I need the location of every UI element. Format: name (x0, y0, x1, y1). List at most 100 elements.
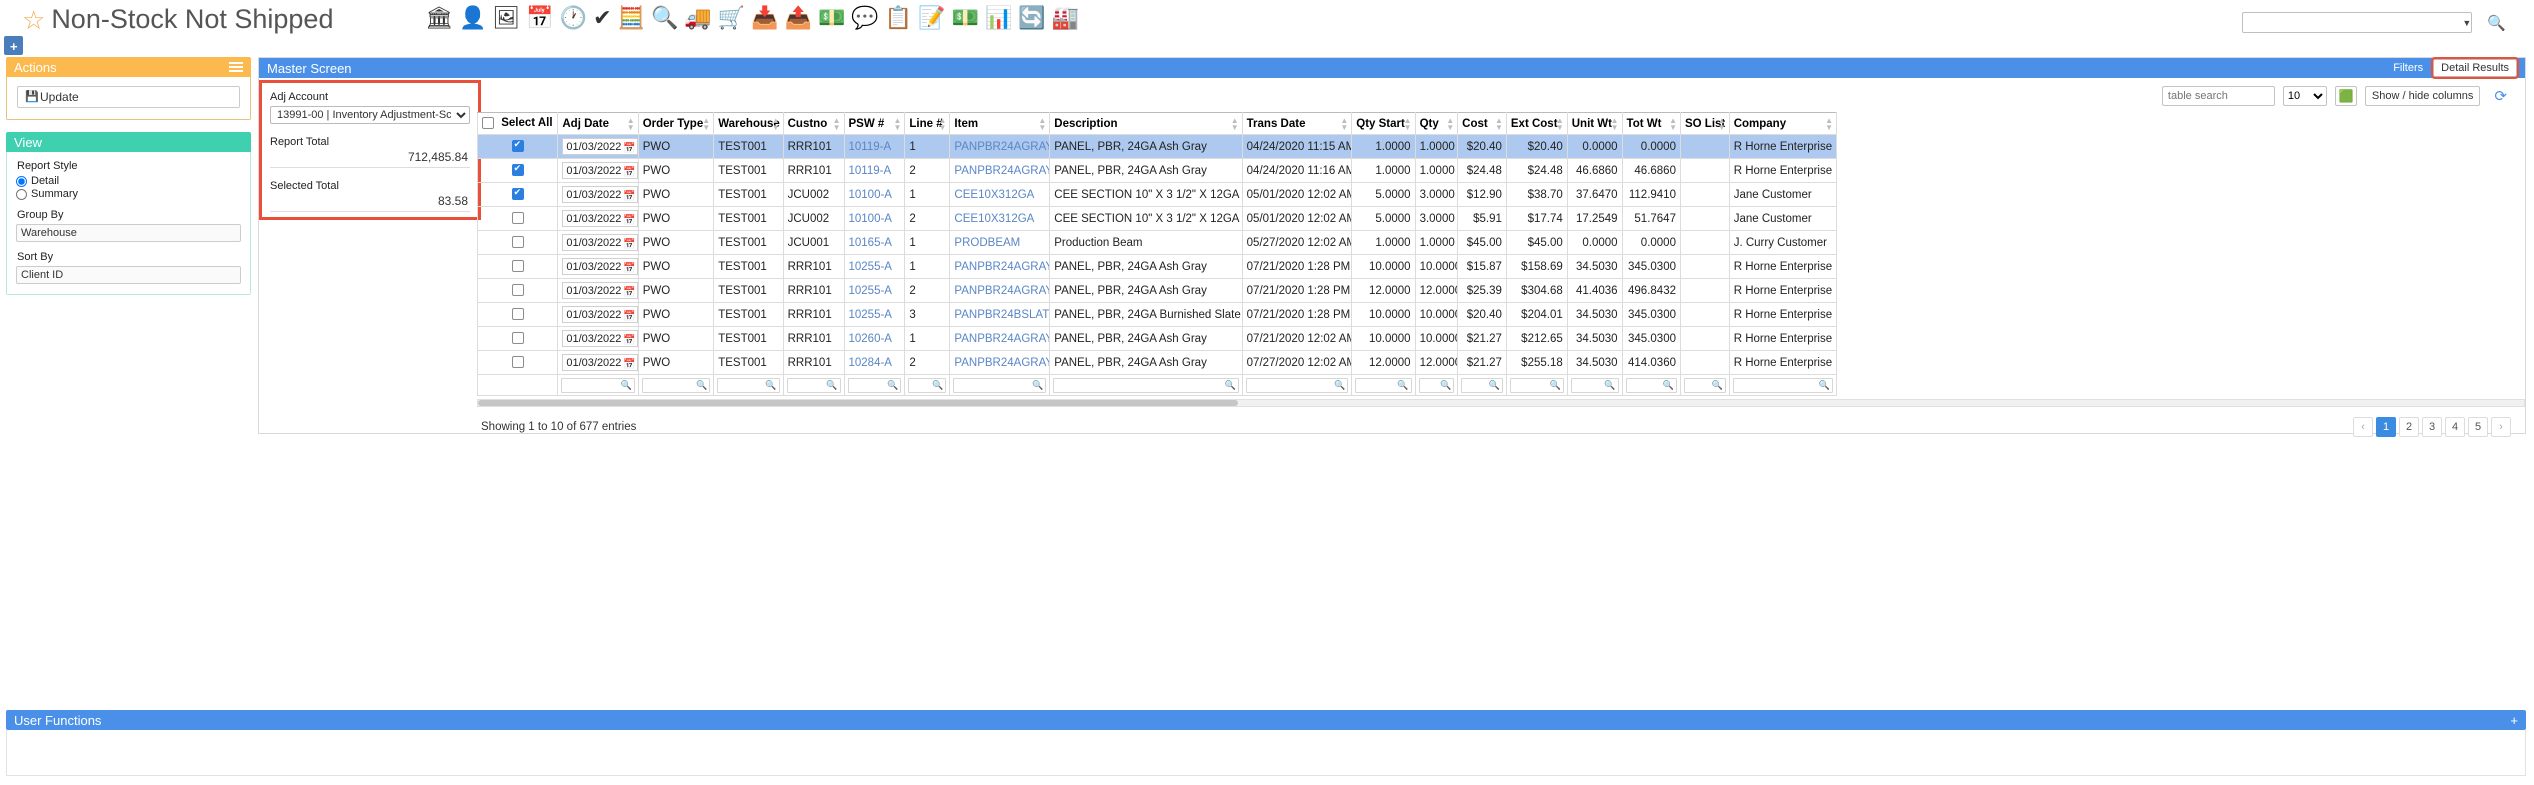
link-psw[interactable]: 10284-A (849, 357, 892, 369)
link-psw[interactable]: 10119-A (849, 165, 892, 177)
column-header-adj_date[interactable]: Adj Date ▲ ▼ (557, 112, 639, 135)
row-select-cell[interactable] (477, 326, 559, 351)
table-row[interactable]: 01/03/2022 📅 PWO TEST001 JCU001 10165-A 1 PRODB… (477, 230, 1838, 255)
row-checkbox[interactable] (511, 163, 524, 177)
sort-arrows-icon[interactable]: ▲ ▼ (772, 116, 780, 131)
inbox-download-icon[interactable]: 📥 (751, 5, 778, 31)
expand-icon[interactable]: + (2510, 713, 2518, 728)
truck-icon[interactable]: 🚚 (684, 5, 711, 31)
gauge-icon[interactable]: 📊 (985, 5, 1012, 31)
add-button[interactable]: + (4, 36, 23, 55)
sort-arrows-icon[interactable]: ▲ ▼ (702, 116, 710, 131)
table-row[interactable]: 01/03/2022 📅 PWO TEST001 JCU002 10100-A 2 CEE10… (477, 206, 1838, 231)
row-checkbox[interactable] (511, 260, 524, 273)
adj-date-field[interactable]: 01/03/2022 📅 (562, 282, 638, 299)
column-header-cost[interactable]: Cost ▲ ▼ (1457, 112, 1507, 135)
column-header-item[interactable]: Item ▲ ▼ (949, 112, 1051, 135)
inbox-upload-icon[interactable]: 📤 (785, 5, 812, 31)
table-row[interactable]: 01/03/2022📅PWOTEST001RRR101 10119-A 1PANPB… (477, 134, 1838, 159)
row-checkbox[interactable] (511, 187, 524, 201)
detail-results-button[interactable]: Detail Results (2433, 59, 2517, 77)
link-psw[interactable]: 10165-A (849, 237, 892, 249)
calendar-icon[interactable]: 📅 (623, 332, 635, 349)
star-icon[interactable]: ☆ (22, 5, 45, 35)
pagination-page-3[interactable]: 3 (2422, 417, 2442, 437)
pencil-note-icon[interactable]: 📝 (918, 5, 945, 31)
sort-by-input[interactable] (16, 266, 241, 284)
row-select-cell[interactable] (477, 302, 559, 327)
calendar-icon[interactable]: 📅 (623, 308, 635, 325)
column-header-qty_start[interactable]: Qty Start ▲ ▼ (1351, 112, 1416, 135)
adj-date-field[interactable]: 01/03/2022 📅 (562, 258, 638, 275)
link-item[interactable]: PANPBR24AGRAY (954, 333, 1048, 345)
sort-arrows-icon[interactable]: ▲ ▼ (1669, 116, 1677, 131)
sync-icon[interactable]: 🔄 (1018, 5, 1045, 31)
check-icon[interactable]: ✔ (593, 5, 611, 31)
scrollbar-thumb[interactable] (478, 400, 1238, 406)
row-select-cell[interactable] (477, 158, 559, 183)
sort-arrows-icon[interactable]: ▲ ▼ (1495, 116, 1503, 131)
cash-icon[interactable]: 💵 (952, 5, 979, 31)
link-item[interactable]: PANPBR24AGRAY (954, 261, 1048, 273)
excel-export-icon[interactable]: 🟩 (2334, 86, 2357, 106)
table-row[interactable]: 01/03/2022 📅 PWO TEST001 RRR101 10255-A 2 PANPB… (477, 278, 1838, 303)
link-psw[interactable]: 10255-A (849, 309, 892, 321)
table-row[interactable]: 01/03/2022 📅 PWO TEST001 RRR101 10284-A 2 PANPB… (477, 350, 1838, 375)
adj-date-field[interactable]: 01/03/2022 📅 (562, 354, 638, 371)
pagination-next[interactable]: › (2491, 417, 2511, 437)
factory-icon[interactable]: 🏭 (1052, 5, 1079, 31)
table-row[interactable]: 01/03/2022 📅 PWO TEST001 RRR101 10255-A 3 PANPB… (477, 302, 1838, 327)
calendar-icon[interactable]: 📅 (623, 236, 635, 253)
column-header-line[interactable]: Line # ▲ ▼ (904, 112, 951, 135)
link-item[interactable]: CEE10X312GA (954, 213, 1034, 225)
row-select-cell[interactable] (477, 182, 559, 207)
filter-input-trans_date[interactable] (1245, 377, 1349, 393)
shopping-basket-icon[interactable]: 🛒 (718, 5, 745, 31)
select-all-checkbox[interactable] (482, 117, 494, 130)
sort-arrows-icon[interactable]: ▲ ▼ (1038, 116, 1046, 131)
horizontal-scrollbar[interactable] (477, 399, 2525, 407)
column-header-qty[interactable]: Qty ▲ ▼ (1414, 112, 1459, 135)
calendar-16-icon[interactable]: 📅 (526, 5, 553, 31)
sort-arrows-icon[interactable]: ▲ ▼ (1340, 116, 1348, 131)
radio-summary-input[interactable] (16, 188, 27, 200)
table-row[interactable]: 01/03/2022 📅 PWO TEST001 RRR101 10260-A 1 PANPB… (477, 326, 1838, 351)
adj-date-field[interactable]: 01/03/2022 📅 (562, 210, 638, 227)
column-header-custno[interactable]: Custno ▲ ▼ (782, 112, 845, 135)
calendar-icon[interactable]: 📅 (623, 164, 635, 181)
sort-arrows-icon[interactable]: ▲ ▼ (833, 116, 841, 131)
image-icon[interactable]: 🖼 (492, 5, 520, 31)
adj-account-select[interactable]: 13991-00 | Inventory Adjustment-Scrap1 (270, 106, 470, 124)
link-item[interactable]: CEE10X312GA (954, 189, 1034, 201)
calendar-icon[interactable]: 📅 (623, 356, 635, 373)
adj-date-field[interactable]: 01/03/2022 📅 (562, 306, 638, 323)
link-item[interactable]: PRODBEAM (954, 237, 1020, 249)
row-checkbox[interactable] (511, 212, 524, 225)
clipboard-icon[interactable]: 📋 (885, 5, 912, 31)
row-select-cell[interactable] (477, 254, 559, 279)
column-header-psw[interactable]: PSW # ▲ ▼ (843, 112, 906, 135)
column-header-trans_date[interactable]: Trans Date ▲ ▼ (1241, 112, 1353, 135)
dollar-bubble-icon[interactable]: 💬 (851, 5, 878, 31)
link-psw[interactable]: 10255-A (849, 261, 892, 273)
table-row[interactable]: 01/03/2022📅PWOTEST001JCU002 10100-A 1CEE10… (477, 182, 1838, 207)
radio-report-style-detail[interactable]: Detail (16, 175, 241, 187)
row-checkbox[interactable] (511, 236, 524, 249)
table-row[interactable]: 01/03/2022 📅 PWO TEST001 RRR101 10255-A 1 PANPB… (477, 254, 1838, 279)
row-checkbox[interactable] (511, 308, 524, 321)
column-header-tot_wt[interactable]: Tot Wt ▲ ▼ (1621, 112, 1681, 135)
row-select-cell[interactable] (477, 278, 559, 303)
link-psw[interactable]: 10255-A (849, 285, 892, 297)
row-select-cell[interactable] (477, 230, 559, 255)
clock-icon[interactable]: 🕐 (560, 5, 587, 31)
chevron-down-icon[interactable]: ▼ (2462, 18, 2471, 28)
sort-arrows-icon[interactable]: ▲ ▼ (1231, 116, 1239, 131)
link-item[interactable]: PANPBR24AGRAY (954, 357, 1048, 369)
calendar-icon[interactable]: 📅 (623, 284, 635, 301)
pagination-prev[interactable]: ‹ (2353, 417, 2373, 437)
spreadsheet-icon[interactable]: 🧮 (618, 5, 645, 31)
show-hide-columns-button[interactable]: Show / hide columns (2364, 86, 2481, 106)
link-psw[interactable]: 10100-A (849, 189, 892, 201)
search-globe-icon[interactable]: 🔍 (651, 5, 678, 31)
link-psw[interactable]: 10100-A (849, 213, 892, 225)
